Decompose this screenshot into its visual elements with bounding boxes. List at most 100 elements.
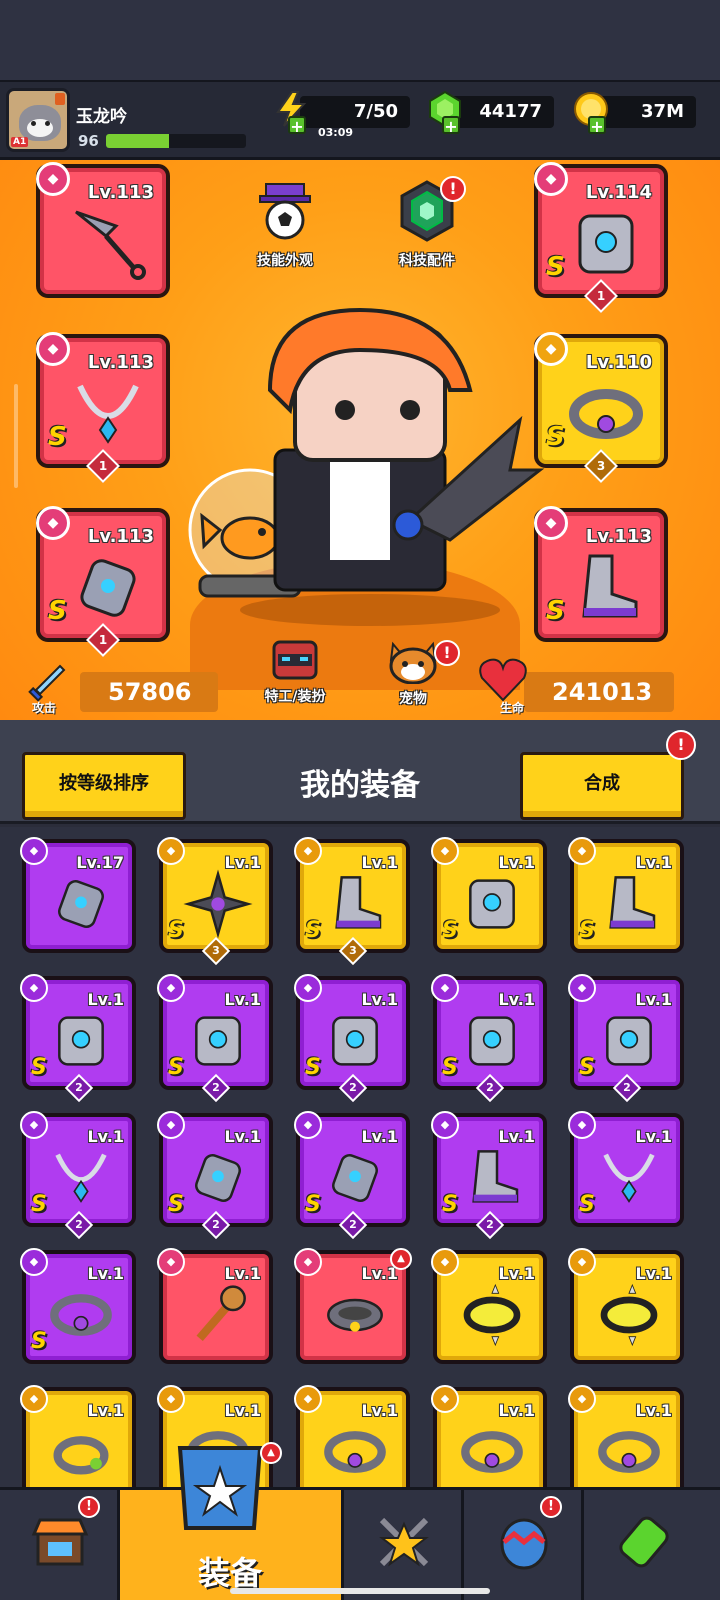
inventory-item[interactable]: ◆ Lv.1: [431, 1385, 547, 1487]
spiked-collar-icon: [463, 1283, 521, 1347]
item-type-icon: ◆: [157, 974, 185, 1002]
item-level: Lv.1: [635, 853, 672, 872]
item-type-icon: ◆: [157, 837, 185, 865]
inventory-item[interactable]: ◆ Lv.1: [568, 1385, 684, 1487]
inventory-item[interactable]: ◆ Lv.1 S: [568, 837, 684, 953]
skill-skin-button[interactable]: 技能外观: [240, 180, 330, 270]
inventory-item[interactable]: ◆ Lv.1 S 2: [294, 1111, 410, 1240]
nav-tech[interactable]: [584, 1490, 720, 1600]
item-level: Lv.1: [361, 990, 398, 1009]
armor-icon: [606, 1016, 652, 1066]
slot-type-icon: ◆: [534, 162, 568, 196]
inventory-item[interactable]: ◆ Lv.1: [431, 1248, 547, 1364]
item-level: Lv.1: [87, 1127, 124, 1146]
rarity-badge: S: [579, 1055, 595, 1080]
inventory-item[interactable]: ◆ Lv.1 S 3: [294, 837, 410, 966]
slot-level: Lv.113: [87, 352, 154, 373]
player-level: 96: [78, 132, 99, 150]
item-type-icon: ◆: [431, 974, 459, 1002]
inventory-item[interactable]: ◆ Lv.1 S: [20, 1248, 136, 1364]
equipped-slot-weapon[interactable]: ◆ Lv.113: [36, 162, 170, 298]
add-coins-button[interactable]: +: [588, 116, 606, 136]
equipped-slot-necklace[interactable]: ◆ Lv.113 S 1: [36, 332, 170, 483]
avatar[interactable]: A1: [6, 88, 70, 152]
rarity-badge: S: [579, 1192, 595, 1217]
equipped-slot-gloves[interactable]: ◆ Lv.113 S 1: [36, 506, 170, 657]
glove-icon: [58, 880, 104, 928]
inventory-item[interactable]: ◆ Lv.1 S 2: [431, 974, 547, 1103]
shop-alert-icon: !: [78, 1496, 100, 1518]
slot-level: Lv.113: [585, 526, 652, 547]
glove-icon: [195, 1154, 241, 1202]
rarity-badge: S: [305, 1192, 321, 1217]
equipped-slot-armor[interactable]: ◆ Lv.114 S 1: [534, 162, 668, 313]
inventory-item[interactable]: ◆ Lv.1 S: [568, 1111, 684, 1227]
stack-badge: 2: [64, 1210, 94, 1240]
rarity-badge: S: [31, 1329, 47, 1354]
boot-icon: [582, 554, 638, 618]
nav-egg[interactable]: [464, 1490, 584, 1600]
slot-type-icon: ◆: [534, 332, 568, 366]
inventory-item[interactable]: ◆ Lv.1 S 2: [157, 974, 273, 1103]
belt-icon: [461, 1431, 523, 1473]
inventory-item[interactable]: ◆ Lv.1: [294, 1385, 410, 1487]
rarity-badge: S: [31, 1192, 47, 1217]
item-level: Lv.1: [87, 1401, 124, 1420]
item-type-icon: ◆: [157, 1385, 185, 1413]
belt-icon: [569, 389, 643, 439]
inventory-item[interactable]: ◆ Lv.1 S 2: [20, 974, 136, 1103]
slot-type-icon: ◆: [534, 506, 568, 540]
item-type-icon: ◆: [431, 1248, 459, 1276]
inventory-item[interactable]: ◆ Lv.17: [20, 837, 136, 953]
rarity-badge: S: [442, 1055, 458, 1080]
glove-icon: [332, 1154, 378, 1202]
belt-icon: [598, 1431, 660, 1473]
inventory-title: 我的装备: [300, 768, 420, 803]
inventory-item[interactable]: ◆ Lv.1 ▲: [294, 1248, 412, 1364]
rarity-badge: S: [442, 918, 458, 943]
boot-icon: [609, 876, 656, 929]
add-gems-button[interactable]: +: [442, 116, 460, 136]
item-type-icon: ◆: [431, 1385, 459, 1413]
rarity-badge: S: [546, 252, 565, 282]
item-level: Lv.1: [498, 1127, 535, 1146]
stack-badge: 2: [475, 1210, 505, 1240]
inventory-item[interactable]: ◆ Lv.1 S: [431, 837, 547, 953]
hp-stat: 241013: [524, 672, 674, 712]
merge-button[interactable]: 合成: [520, 752, 684, 820]
collar-icon: [327, 1298, 383, 1332]
equipment-new-icon: ▲: [260, 1442, 282, 1464]
boot-icon: [335, 876, 382, 929]
merge-alert-icon: !: [666, 730, 696, 760]
item-level: Lv.1: [498, 853, 535, 872]
inventory-item[interactable]: ◆ Lv.1 S 2: [20, 1111, 136, 1240]
inventory-item[interactable]: ◆ Lv.1: [20, 1385, 136, 1487]
item-type-icon: ◆: [20, 1111, 48, 1139]
slot-type-icon: ◆: [36, 332, 70, 366]
rarity-badge: S: [442, 1192, 458, 1217]
hero-character-icon: [188, 307, 545, 626]
egg-icon: [500, 1518, 548, 1570]
agent-costume-button[interactable]: 特工/装扮: [250, 640, 340, 706]
equipped-slot-belt[interactable]: ◆ Lv.110 S 3: [534, 332, 668, 483]
add-energy-button[interactable]: +: [288, 116, 306, 136]
inventory-item[interactable]: ◆ Lv.1 S 2: [294, 974, 410, 1103]
inventory-item[interactable]: ◆ Lv.1 S 2: [431, 1111, 547, 1240]
nav-shop[interactable]: [0, 1490, 120, 1600]
attack-value: 57806: [108, 678, 192, 706]
item-level: Lv.1: [635, 1401, 672, 1420]
slot-level: Lv.114: [585, 182, 652, 203]
nav-battle[interactable]: [344, 1490, 464, 1600]
inventory-item[interactable]: ◆ Lv.1 S 2: [157, 1111, 273, 1240]
sort-by-level-button[interactable]: 按等级排序: [22, 752, 186, 820]
inventory-item[interactable]: ◆ Lv.1 S 3: [157, 837, 273, 966]
inventory-item[interactable]: ◆ Lv.1: [568, 1248, 684, 1364]
equipped-slot-boots[interactable]: ◆ Lv.113 S: [534, 506, 668, 642]
item-level: Lv.1: [224, 1264, 261, 1283]
item-type-icon: ◆: [568, 1248, 596, 1276]
inventory-item[interactable]: ◆ Lv.1: [157, 1248, 273, 1364]
item-level: Lv.1: [498, 1264, 535, 1283]
dna-capsule-icon: [619, 1516, 669, 1568]
badge-icon: [55, 93, 65, 105]
inventory-item[interactable]: ◆ Lv.1 S 2: [568, 974, 684, 1103]
